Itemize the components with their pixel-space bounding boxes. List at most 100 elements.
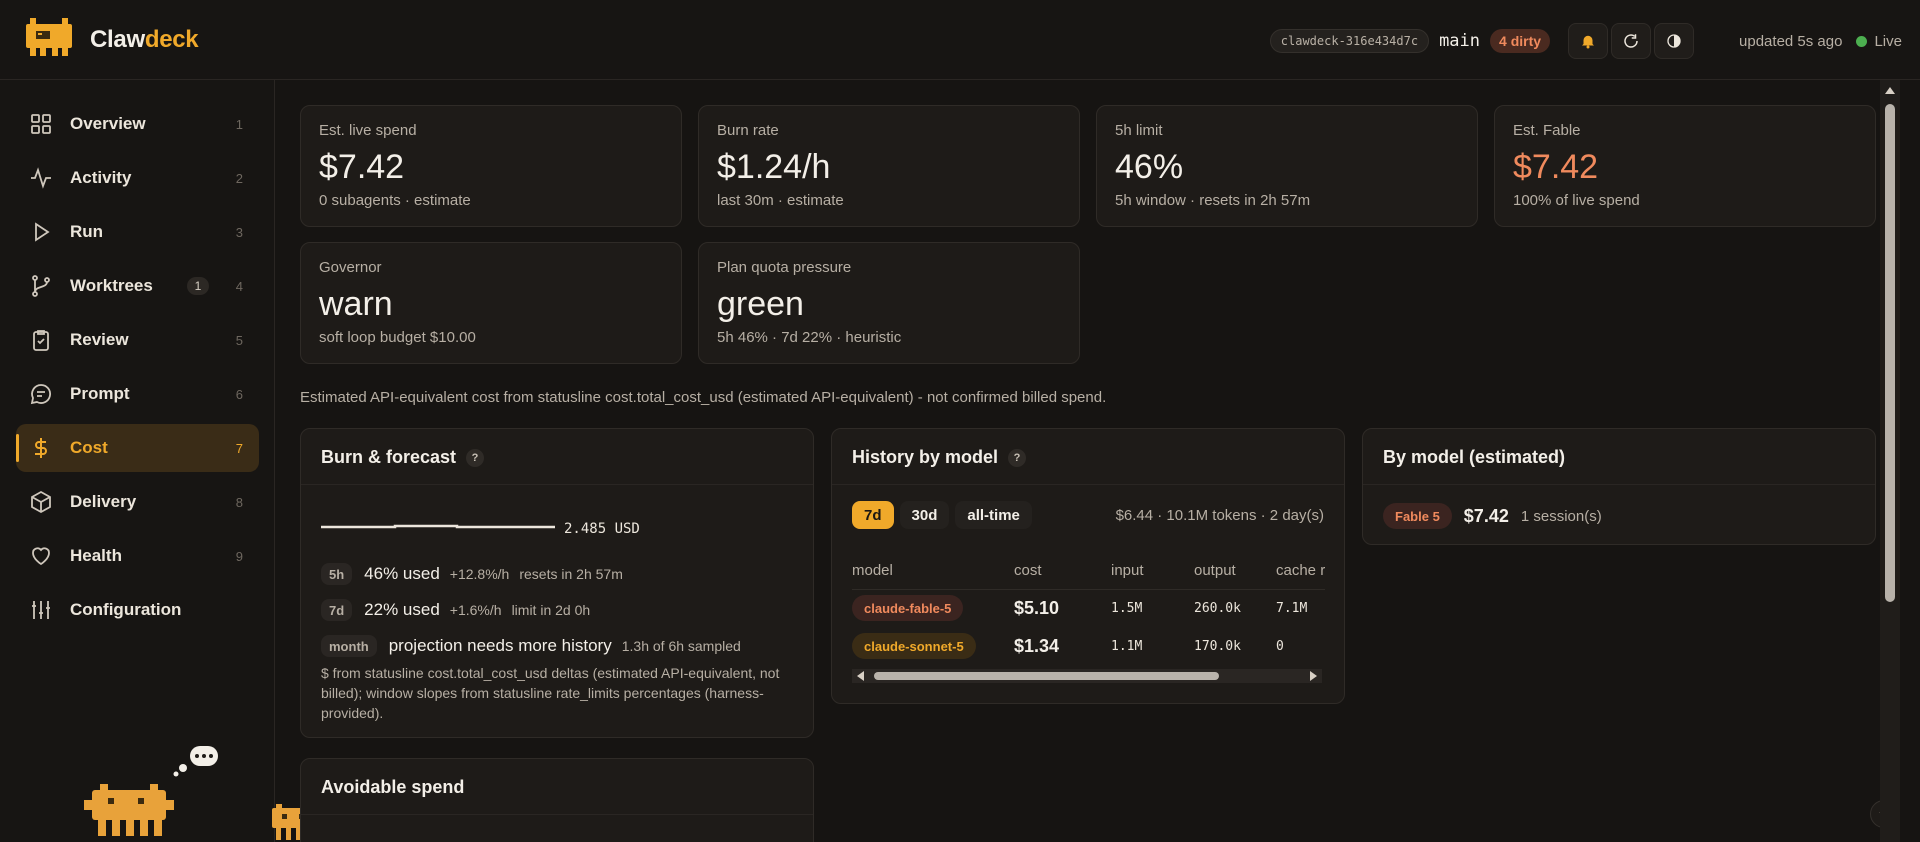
- dirty-badge[interactable]: 4 dirty: [1490, 29, 1551, 53]
- cache-cell: 0: [1276, 638, 1284, 654]
- usage-text: 22% used: [364, 600, 440, 619]
- notifications-button[interactable]: [1568, 23, 1609, 59]
- rate-text: +12.8%/h: [449, 566, 510, 582]
- stat-value: $7.42: [1513, 148, 1599, 186]
- sidebar-item-label: Review: [70, 330, 129, 349]
- sidebar-item-label: Delivery: [70, 492, 137, 511]
- sidebar-item-configuration[interactable]: Configuration: [16, 586, 259, 634]
- table-row[interactable]: claude-fable-5 $5.10 1.5M 260.0k 7.1M: [852, 589, 1325, 627]
- burn-footnote: $ from statusline cost.total_cost_usd de…: [321, 665, 780, 721]
- sidebar-item-label: Activity: [70, 168, 132, 187]
- help-icon[interactable]: ?: [1008, 448, 1027, 467]
- play-icon: [35, 222, 50, 242]
- by-model-panel: By model (estimated) Fable 5 $7.42 1 ses…: [1362, 428, 1876, 545]
- stat-card-plan-quota: Plan quota pressure green 5h 46% · 7d 22…: [698, 242, 1080, 364]
- col-output: output: [1194, 553, 1276, 590]
- stat-subtext: 5h window · resets in 2h 57m: [1115, 192, 1311, 209]
- table-header: model cost input output cache r: [852, 553, 1326, 590]
- sidebar-item-health[interactable]: Health 9: [16, 532, 259, 580]
- stat-label: Governor: [319, 259, 382, 276]
- range-7d[interactable]: 7d: [852, 501, 894, 529]
- stat-subtext: soft loop budget $10.00: [319, 329, 476, 346]
- panel-title: History by model ?: [852, 447, 1027, 468]
- table-row[interactable]: claude-sonnet-5 $1.34 1.1M 170.0k 0: [852, 627, 1325, 665]
- mascot-illustration: [84, 746, 218, 836]
- range-all-time[interactable]: all-time: [955, 501, 1032, 529]
- stat-label: Est. Fable: [1513, 122, 1581, 139]
- refresh-button[interactable]: [1611, 23, 1652, 59]
- repo-chip[interactable]: clawdeck-316e434d7c: [1269, 29, 1430, 53]
- avoidable-spend-panel: Avoidable spend: [300, 758, 814, 842]
- stat-subtext: last 30m · estimate: [717, 192, 844, 209]
- sidebar-item-overview[interactable]: Overview 1: [16, 100, 259, 148]
- sidebar-item-prompt[interactable]: Prompt 6: [16, 370, 259, 418]
- main-content: Est. live spend $7.42 0 subagents · esti…: [276, 80, 1900, 842]
- stat-label: Est. live spend: [319, 122, 417, 139]
- burn-sparkline: [321, 524, 555, 529]
- cache-cell: 7.1M: [1276, 600, 1308, 616]
- stat-subtext: 5h 46% · 7d 22% · heuristic: [717, 329, 902, 346]
- history-summary: $6.44 · 10.1M tokens · 2 day(s): [1115, 507, 1324, 524]
- scroll-left-icon[interactable]: [856, 671, 866, 681]
- stat-label: Plan quota pressure: [717, 259, 852, 276]
- stat-card-burn-rate: Burn rate $1.24/h last 30m · estimate: [698, 105, 1080, 227]
- stat-label: 5h limit: [1115, 122, 1163, 139]
- history-table: model cost input output cache r claude-f…: [852, 553, 1326, 665]
- refresh-icon: [1624, 34, 1638, 48]
- stat-value: $7.42: [319, 148, 405, 186]
- cost-cell: $5.10: [1014, 597, 1060, 618]
- sidebar-item-label: Configuration: [70, 600, 182, 619]
- sidebar-item-review[interactable]: Review 5: [16, 316, 259, 364]
- sidebar-item-run[interactable]: Run 3: [16, 208, 259, 256]
- scrollbar-thumb[interactable]: [1885, 104, 1895, 602]
- window-chip: 5h: [321, 563, 353, 585]
- scroll-up-icon[interactable]: [1885, 86, 1895, 96]
- shortcut-number: 9: [235, 548, 243, 564]
- brand-name: Clawdeck: [90, 26, 199, 54]
- window-chip: 7d: [321, 599, 353, 621]
- range-30d[interactable]: 30d: [899, 501, 950, 529]
- stat-value: green: [717, 285, 804, 323]
- scrollbar-thumb[interactable]: [874, 672, 1219, 680]
- box-icon: [31, 490, 51, 514]
- stat-card-live-spend: Est. live spend $7.42 0 subagents · esti…: [300, 105, 682, 227]
- updated-status: updated 5s ago: [1739, 32, 1843, 50]
- sidebar-item-label: Overview: [70, 114, 146, 133]
- model-pill: claude-fable-5: [852, 595, 964, 622]
- quota-row-month: month projection needs more history 1.3h…: [321, 635, 741, 657]
- usage-text: 46% used: [364, 564, 440, 583]
- stat-label: Burn rate: [717, 122, 779, 139]
- theme-toggle-icon: [1667, 34, 1681, 48]
- output-cell: 260.0k: [1194, 600, 1241, 616]
- help-icon[interactable]: ?: [466, 448, 485, 467]
- stat-card-5h-limit: 5h limit 46% 5h window · resets in 2h 57…: [1096, 105, 1478, 227]
- stat-value: $1.24/h: [717, 148, 831, 186]
- brand-part2: deck: [144, 26, 199, 53]
- scroll-right-icon[interactable]: [1308, 671, 1318, 681]
- sidebar-item-cost[interactable]: Cost 7: [16, 424, 259, 472]
- history-panel: History by model ? 7d 30d all-time $6.44…: [831, 428, 1345, 704]
- col-model: model: [852, 553, 1014, 590]
- branch-icon: [32, 275, 50, 297]
- col-cost: cost: [1014, 553, 1111, 590]
- shortcut-number: 5: [235, 332, 243, 348]
- sliders-icon: [32, 601, 50, 619]
- heart-icon: [32, 547, 50, 566]
- sidebar-item-delivery[interactable]: Delivery 8: [16, 478, 259, 526]
- clawdeck-logo: [26, 18, 72, 56]
- sidebar-item-label: Cost: [70, 438, 108, 457]
- sidebar-item-worktrees[interactable]: Worktrees 1 4: [16, 262, 259, 310]
- col-input: input: [1111, 553, 1194, 590]
- dollar-icon: [35, 438, 47, 458]
- live-indicator: Live: [1874, 32, 1902, 50]
- top-bar: Clawdeck clawdeck-316e434d7c main 4 dirt…: [0, 0, 1920, 80]
- shortcut-number: 6: [235, 386, 243, 402]
- shortcut-number: 2: [235, 170, 243, 186]
- table-horizontal-scrollbar[interactable]: [852, 669, 1322, 683]
- page-vertical-scrollbar[interactable]: [1880, 80, 1900, 842]
- theme-toggle-button[interactable]: [1654, 23, 1695, 59]
- chat-icon: [30, 384, 52, 405]
- sidebar-item-label: Worktrees: [70, 276, 153, 295]
- sidebar-item-activity[interactable]: Activity 2: [16, 154, 259, 202]
- rate-text: +1.6%/h: [449, 602, 502, 618]
